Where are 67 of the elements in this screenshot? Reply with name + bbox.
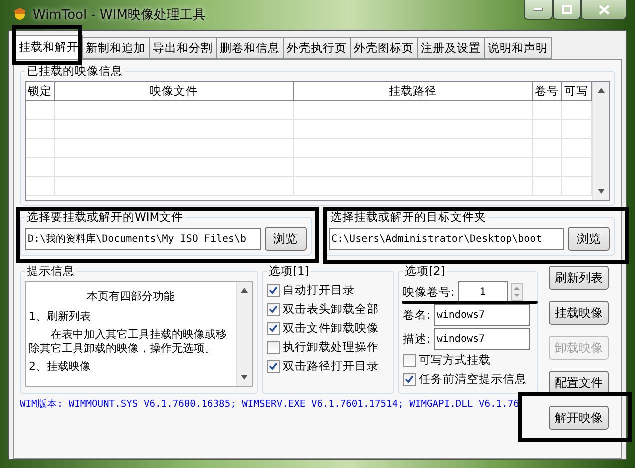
- maximize-button[interactable]: [553, 0, 581, 20]
- field-label: 描述:: [403, 332, 431, 346]
- text-field[interactable]: windows7: [434, 304, 530, 326]
- minimize-icon: [534, 8, 543, 11]
- volume-number-field[interactable]: 1: [458, 281, 508, 303]
- minimize-button[interactable]: [524, 0, 553, 20]
- checkbox-label[interactable]: 可写方式挂载: [419, 353, 491, 368]
- close-icon: [598, 4, 610, 14]
- group-title: 提示信息: [26, 264, 76, 279]
- scroll-up-icon[interactable]: [241, 288, 248, 293]
- checkbox[interactable]: [403, 373, 416, 386]
- tab[interactable]: 外壳图标页: [350, 37, 418, 59]
- tab[interactable]: 外壳执行页: [283, 37, 351, 59]
- info-text: 在表中加入其它工具挂载的映像或移除其它工具卸载的映像，操作无选项。: [29, 328, 228, 356]
- column-header[interactable]: 挂载路径: [294, 82, 533, 101]
- info-heading: 本页有四部分功能: [86, 290, 176, 304]
- group-title: 选择要挂载或解开的WIM文件: [26, 210, 185, 225]
- group-title: 已挂载的映像信息: [26, 64, 124, 79]
- maximize-icon: [562, 5, 572, 14]
- action-button[interactable]: 刷新列表: [549, 266, 609, 290]
- checkbox[interactable]: [403, 354, 416, 367]
- scroll-down-icon[interactable]: [241, 375, 248, 380]
- checkbox[interactable]: [267, 322, 280, 335]
- info-text: 1、刷新列表: [29, 310, 92, 324]
- tab[interactable]: 注册及设置: [417, 37, 485, 59]
- info-text: 2、挂载映像: [29, 360, 92, 374]
- text-field[interactable]: windows7: [434, 328, 530, 350]
- field-label: 卷名:: [403, 308, 431, 322]
- path-field[interactable]: C:\Users\Administrator\Desktop\boot: [328, 228, 564, 250]
- column-header[interactable]: 卷号: [533, 82, 562, 101]
- scroll-up-icon[interactable]: [598, 88, 604, 93]
- group-title: 选择挂载或解开的目标文件夹: [330, 210, 488, 225]
- group-title: 选项[2]: [404, 264, 446, 279]
- column-header[interactable]: 映像文件: [55, 82, 294, 101]
- scrollbar[interactable]: [236, 282, 252, 386]
- checkbox-label[interactable]: 双击路径打开目录: [283, 359, 379, 374]
- app-logo-icon: [12, 8, 28, 22]
- path-field[interactable]: D:\我的资料库\Documents\My ISO Files\b: [25, 228, 260, 250]
- tab[interactable]: 新制和追加: [82, 37, 150, 59]
- checkbox-label[interactable]: 自动打开目录: [283, 283, 355, 298]
- checkbox-label[interactable]: 执行卸载处理操作: [283, 340, 379, 355]
- checkbox[interactable]: [267, 341, 280, 354]
- column-header[interactable]: 锁定: [26, 82, 55, 101]
- tab[interactable]: 导出和分割: [149, 37, 217, 59]
- column-header[interactable]: 可写: [562, 82, 592, 101]
- version-text: WIM版本: WIMMOUNT.SYS V6.1.7600.16385; WIMSERV.EXE V6.1.7601.17514; WIMGAPI.DLL V6.1.76: [20, 398, 520, 411]
- checkbox-label[interactable]: 任务前清空提示信息: [419, 372, 527, 387]
- highlight-frame: [12, 25, 82, 65]
- window-title: WimTool - WIM映像处理工具: [33, 7, 206, 24]
- spinner-icon[interactable]: [510, 283, 523, 301]
- checkbox[interactable]: [267, 360, 280, 373]
- checkbox[interactable]: [267, 303, 280, 316]
- action-button[interactable]: 挂载映像: [549, 301, 609, 325]
- tab[interactable]: 挂载和解开: [15, 35, 83, 59]
- action-button[interactable]: 解开映像: [549, 406, 609, 430]
- group-title: 选项[1]: [268, 264, 310, 279]
- field-label: 映像卷号:: [403, 284, 455, 300]
- scrollbar[interactable]: [592, 82, 609, 200]
- tab[interactable]: 说明和声明: [484, 37, 552, 59]
- close-button[interactable]: [581, 0, 627, 20]
- tab[interactable]: 删卷和信息: [216, 37, 284, 59]
- browse-button[interactable]: 浏览: [568, 227, 610, 251]
- scroll-down-icon[interactable]: [598, 189, 604, 194]
- checkbox-label[interactable]: 双击文件卸载映像: [283, 321, 379, 336]
- browse-button[interactable]: 浏览: [264, 227, 306, 251]
- checkbox-label[interactable]: 双击表头卸载全部: [283, 302, 379, 317]
- checkbox[interactable]: [267, 284, 280, 297]
